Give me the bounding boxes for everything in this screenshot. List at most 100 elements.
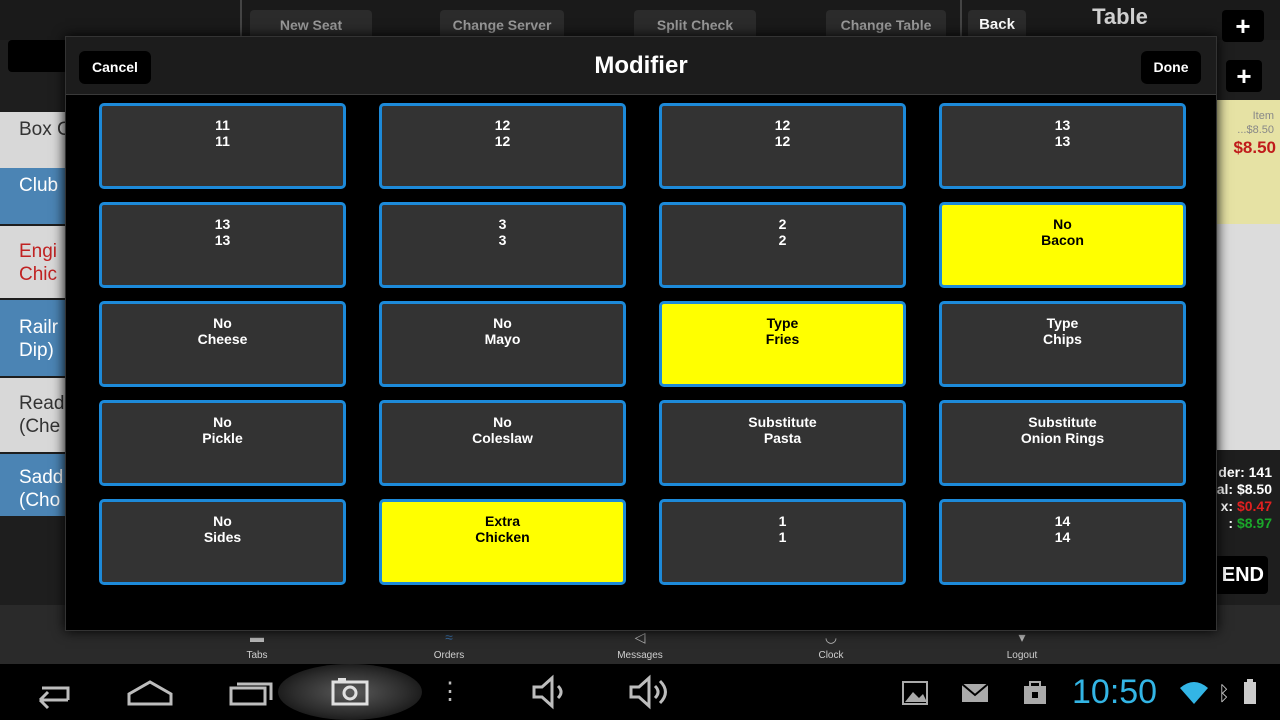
modifier-button[interactable]: No Pickle: [99, 400, 346, 486]
modifier-button[interactable]: No Coleslaw: [379, 400, 626, 486]
modifier-line-1: 11: [215, 117, 230, 133]
total-row: : $8.97: [1212, 515, 1272, 532]
modifier-line-2: 11: [215, 133, 230, 149]
recent-apps-icon[interactable]: [226, 674, 276, 710]
modifier-button[interactable]: No Cheese: [99, 301, 346, 387]
gmail-icon: [960, 676, 990, 712]
modifier-line-1: No: [493, 414, 512, 430]
menu-item-label: Railr: [19, 317, 59, 338]
modifier-line-2: Sides: [203, 529, 242, 545]
modifier-button[interactable]: No Bacon: [939, 202, 1186, 288]
modifier-button[interactable]: 13 13: [939, 103, 1186, 189]
modifier-button[interactable]: 14 14: [939, 499, 1186, 585]
modifier-line-1: 12: [494, 117, 511, 133]
modifier-line-1: No: [493, 315, 512, 331]
item-small-price: ...$8.50: [1237, 124, 1274, 136]
orders-icon: ≈: [445, 629, 453, 645]
dialog-title: Modifier: [594, 52, 688, 79]
modifier-line-2: Fries: [765, 331, 800, 347]
modifier-line-1: 13: [214, 216, 231, 232]
modifier-line-2: Bacon: [1041, 232, 1084, 248]
add-item-button[interactable]: +: [1226, 60, 1262, 92]
modifier-line-1: 3: [498, 216, 507, 232]
modifier-line-1: Substitute: [748, 414, 817, 430]
back-icon[interactable]: [26, 674, 76, 710]
modifier-button[interactable]: 33: [379, 202, 626, 288]
tab-label: Messages: [617, 650, 663, 661]
modifier-line-2: Onion Rings: [1020, 430, 1105, 446]
toolbar-divider: [240, 0, 242, 40]
menu-item-label: Club: [19, 175, 59, 196]
modifier-line-2: Mayo: [484, 331, 521, 347]
subtotal: al: $8.50: [1216, 481, 1272, 497]
order-list-area: [1212, 224, 1280, 450]
done-button[interactable]: Done: [1141, 51, 1201, 84]
modifier-line-1: No: [1053, 216, 1072, 232]
modifier-button[interactable]: 12 12: [659, 103, 906, 189]
screenshot-icon[interactable]: [326, 674, 374, 710]
home-icon[interactable]: [124, 674, 176, 710]
modifier-line-2: Chips: [1043, 331, 1082, 347]
modifier-button[interactable]: Type Fries: [659, 301, 906, 387]
modifier-line-2: 1: [778, 529, 787, 545]
order-item-panel[interactable]: Item ...$8.50 $8.50: [1212, 100, 1280, 224]
menu-item[interactable]: Club: [0, 168, 70, 224]
item-label: Item: [1252, 110, 1274, 122]
modifier-line-1: Type: [766, 315, 799, 331]
menu-item[interactable]: Read (Che: [0, 378, 70, 452]
toolbar-divider: [960, 0, 962, 40]
volume-up-icon[interactable]: [624, 674, 676, 710]
tab-orders[interactable]: ≈ Orders: [409, 630, 489, 661]
add-button[interactable]: +: [1222, 10, 1264, 42]
menu-item-label: (Cho: [19, 490, 61, 511]
modifier-line-2: Coleslaw: [472, 430, 533, 446]
store-icon: [1020, 676, 1050, 712]
volume-down-icon[interactable]: [526, 674, 574, 710]
modifier-button[interactable]: 11 11: [99, 103, 346, 189]
menu-icon[interactable]: ⋮: [438, 674, 462, 710]
wifi-icon: [1178, 676, 1210, 712]
menu-item[interactable]: Engi Chic: [0, 226, 70, 298]
tab-tabs[interactable]: ▬ Tabs: [217, 630, 297, 661]
modifier-button[interactable]: Substitute Pasta: [659, 400, 906, 486]
modifier-line-2: Cheese: [197, 331, 248, 347]
modifier-line-1: 2: [778, 216, 787, 232]
clock-icon: ◡: [824, 629, 838, 645]
modifier-button[interactable]: 12 12: [379, 103, 626, 189]
order-number: der: 141: [1218, 464, 1272, 480]
tab-logout[interactable]: ▾ Logout: [982, 630, 1062, 661]
modifier-line-1: No: [213, 414, 232, 430]
modifier-button[interactable]: 22: [659, 202, 906, 288]
cancel-button[interactable]: Cancel: [79, 51, 151, 84]
menu-item[interactable]: Railr Dip): [0, 300, 70, 376]
status-clock: 10:50: [1072, 673, 1158, 711]
send-button[interactable]: END: [1212, 556, 1268, 594]
table-title: Table: [1092, 4, 1148, 29]
tab-clock[interactable]: ◡ Clock: [791, 630, 871, 661]
tab-label: Clock: [818, 650, 844, 661]
left-header-bar: [8, 40, 68, 72]
modifier-button[interactable]: Substitute Onion Rings: [939, 400, 1186, 486]
total-value: $8.97: [1236, 515, 1272, 531]
modifier-button[interactable]: 13 13: [99, 202, 346, 288]
logout-icon: ▾: [1018, 629, 1026, 645]
modifier-button[interactable]: No Mayo: [379, 301, 626, 387]
menu-item[interactable]: Box C: [0, 112, 70, 168]
menu-item-label: Engi: [19, 241, 58, 262]
menu-item-label: (Che: [19, 416, 61, 437]
modifier-button[interactable]: Extra Chicken: [379, 499, 626, 585]
modifier-line-2: 13: [1054, 133, 1071, 149]
modifier-line-1: 12: [774, 117, 791, 133]
modifier-line-1: Substitute: [1028, 414, 1097, 430]
modifier-line-2: Pickle: [202, 430, 243, 446]
modifier-button[interactable]: No Sides: [99, 499, 346, 585]
tab-messages[interactable]: ◁ Messages: [600, 630, 680, 661]
dialog-header: Modifier Cancel Done: [66, 37, 1216, 95]
modifier-line-2: 3: [498, 232, 507, 248]
modifier-button[interactable]: Type Chips: [939, 301, 1186, 387]
tax-value: $0.47: [1236, 498, 1272, 514]
modifier-button[interactable]: 11: [659, 499, 906, 585]
menu-item[interactable]: Sadd (Cho: [0, 454, 70, 516]
tax-row: x: $0.47: [1212, 498, 1272, 515]
menu-item-label: Sadd: [19, 467, 64, 488]
